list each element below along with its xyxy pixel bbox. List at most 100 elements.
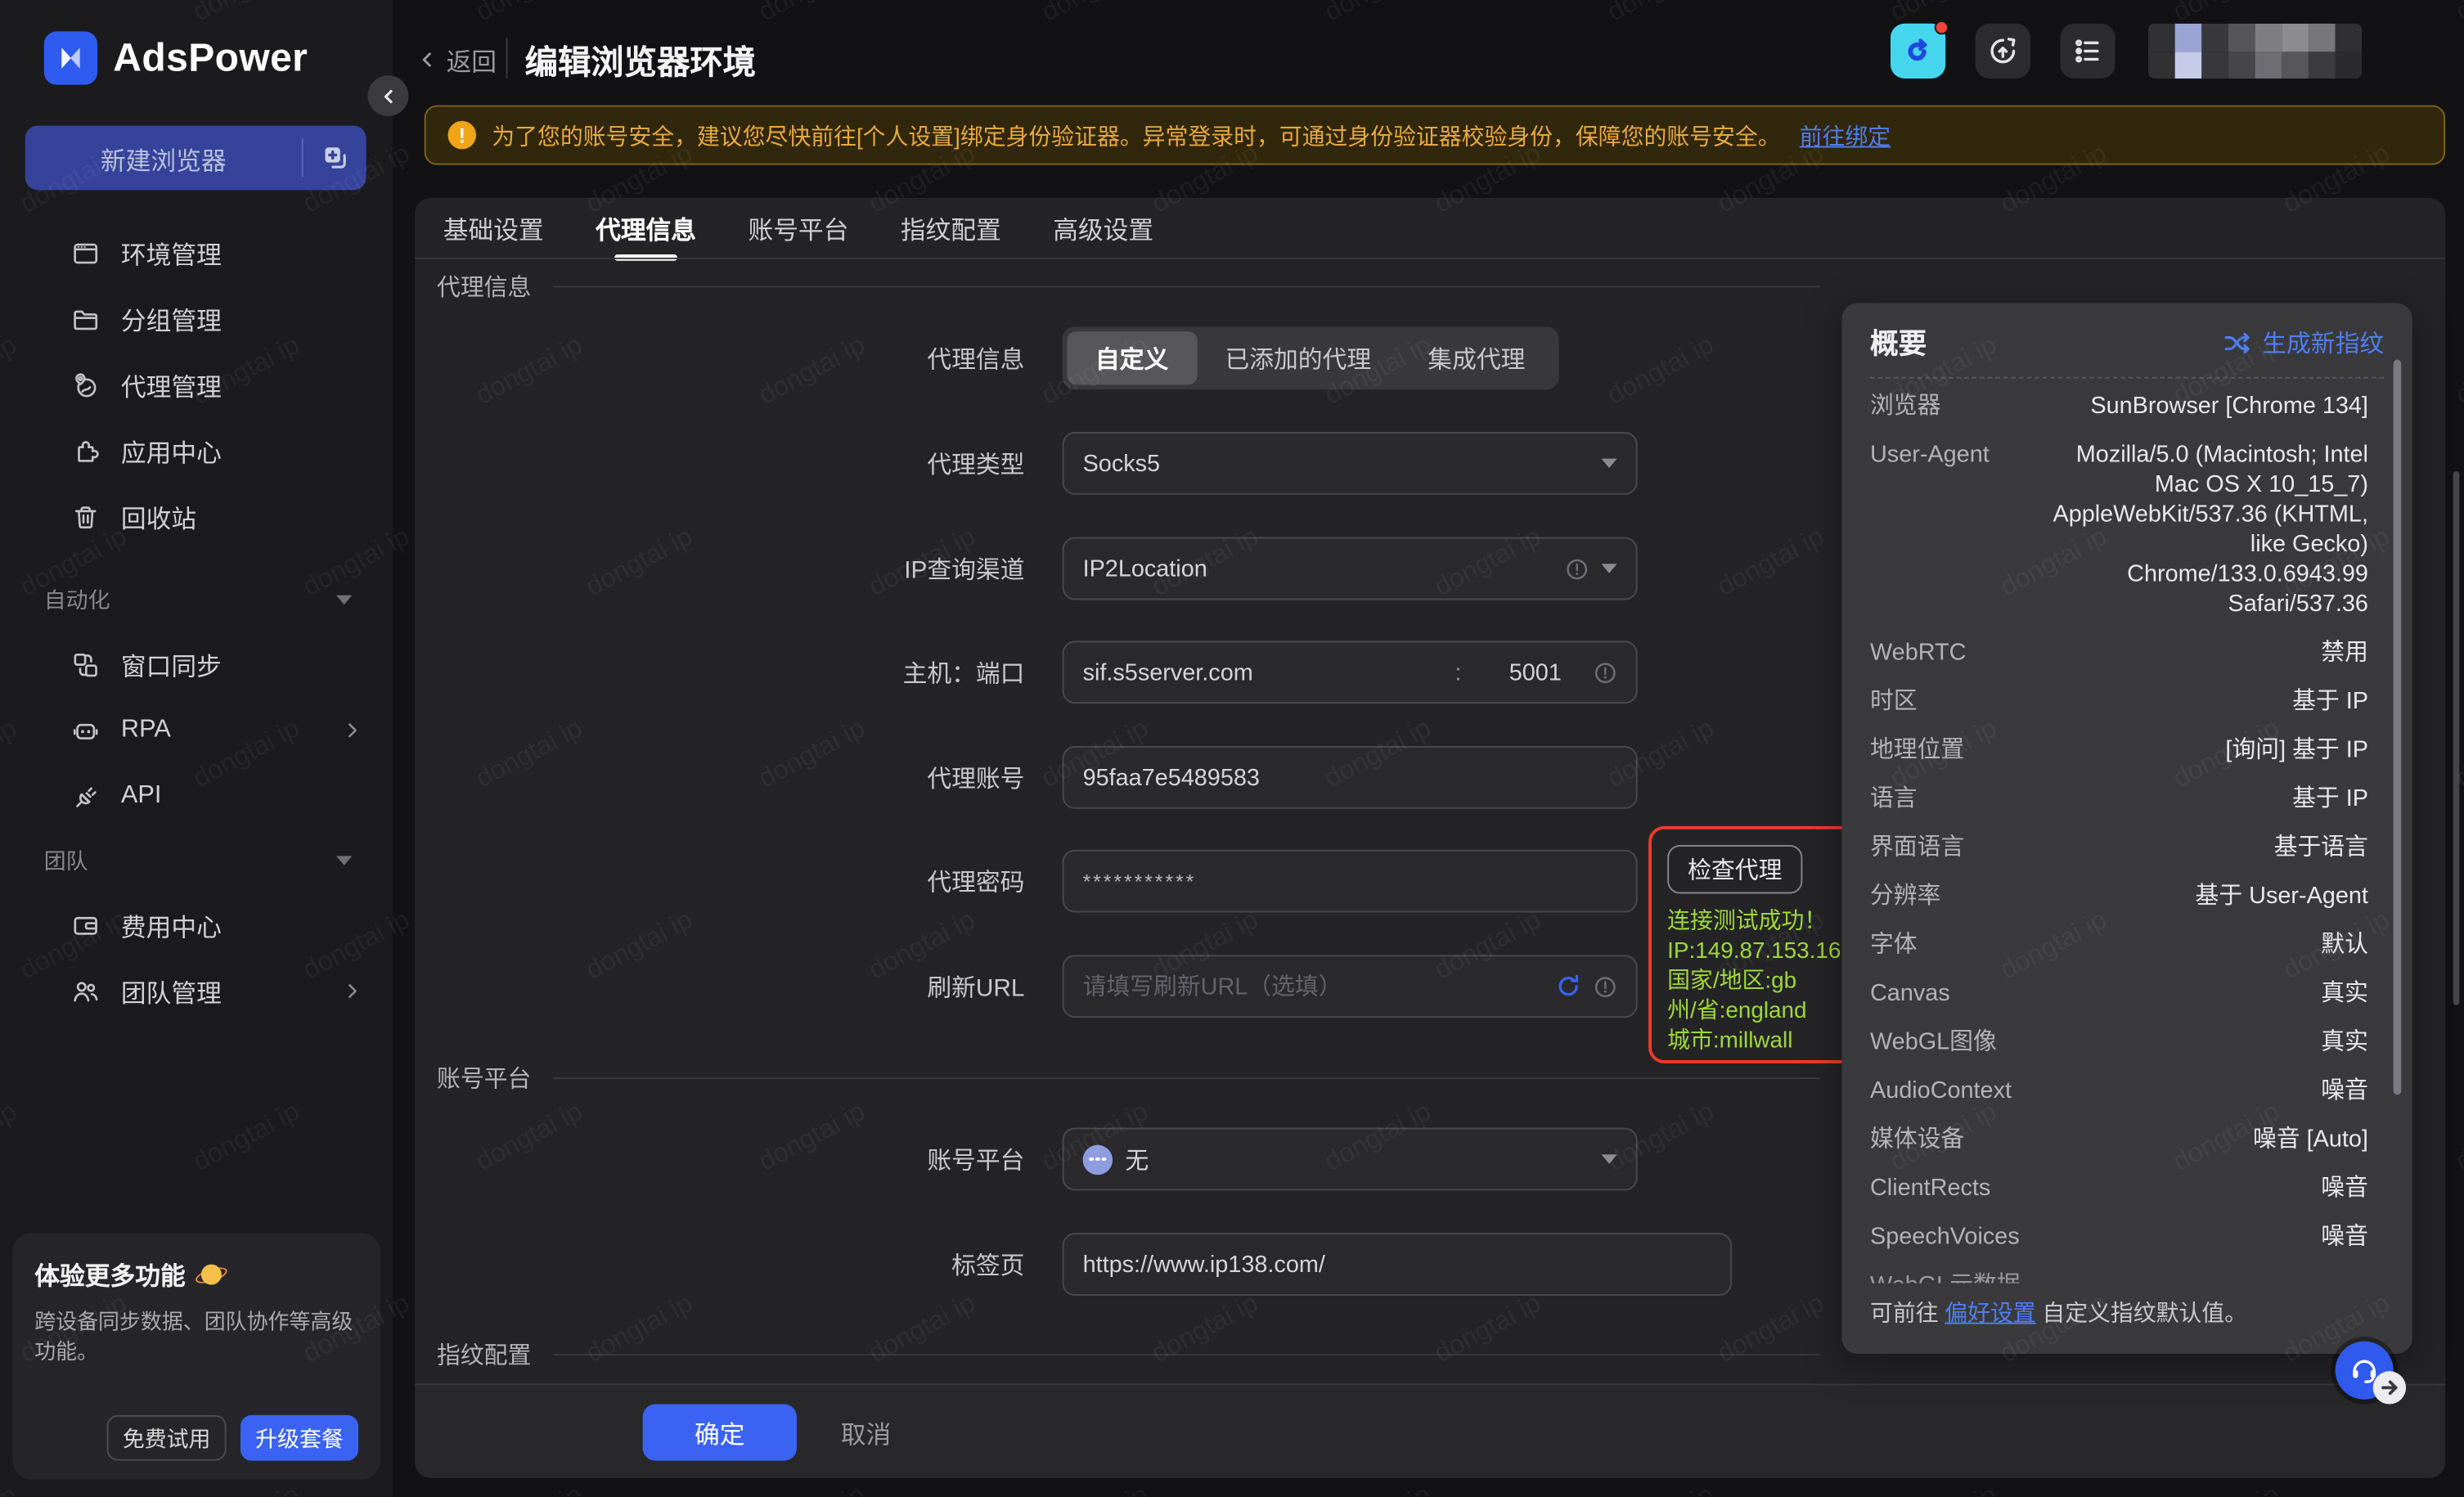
back-button[interactable]: 返回	[418, 41, 497, 79]
task-list-button[interactable]	[2060, 24, 2115, 79]
sidebar-item[interactable]: 团队管理	[0, 958, 393, 1024]
platform-select[interactable]: 无	[1063, 1128, 1638, 1191]
sidebar-item[interactable]: 窗口同步	[0, 632, 393, 698]
sync-update-button[interactable]	[1976, 24, 2030, 79]
sidebar-item[interactable]: 应用中心	[0, 418, 393, 484]
summary-row-label: 地理位置	[1870, 735, 1964, 765]
summary-footer-prefix: 可前往	[1870, 1302, 1939, 1328]
summary-footer: 可前往偏好设置自定义指纹默认值。	[1870, 1296, 2247, 1328]
proxy-user-field[interactable]	[1063, 746, 1638, 809]
chevron-down-icon	[1601, 1154, 1616, 1164]
summary-scrollbar[interactable]	[2394, 360, 2402, 1095]
wallet-icon	[72, 912, 99, 939]
tab-账号平台[interactable]: 账号平台	[748, 198, 848, 258]
summary-row-value: 真实	[2321, 978, 2368, 1008]
proxy-password-label: 代理密码	[821, 864, 1025, 898]
sidebar-item[interactable]: API	[0, 763, 393, 829]
section-proxy-info: 代理信息	[437, 270, 1819, 303]
sidebar-group-header[interactable]: 团队	[0, 829, 393, 892]
cancel-button[interactable]: 取消	[841, 1404, 892, 1460]
sidebar-menu: 环境管理分组管理代理管理应用中心回收站	[0, 220, 393, 550]
refresh-url-label: 刷新URL	[821, 969, 1025, 1004]
sidebar-item[interactable]: 分组管理	[0, 285, 393, 352]
summary-row-value: 基于 User-Agent	[2196, 881, 2368, 910]
sidebar-item[interactable]: RPA	[0, 697, 393, 763]
mosaic-cell	[2175, 51, 2202, 79]
dongtai-app-icon[interactable]	[1891, 24, 1945, 79]
mosaic-cell	[2148, 24, 2175, 52]
sidebar-group-header[interactable]: 自动化	[0, 569, 393, 632]
proxy-user-input[interactable]	[1083, 764, 1617, 791]
summary-row: ClientRects噪音	[1870, 1173, 2368, 1203]
tab-指纹配置[interactable]: 指纹配置	[901, 198, 1001, 258]
proxy-type-row: 代理类型 Socks5	[821, 432, 1638, 495]
sidebar-item[interactable]: 代理管理	[0, 352, 393, 418]
user-account-redacted[interactable]	[2148, 24, 2362, 79]
sidebar-item[interactable]: 回收站	[0, 483, 393, 550]
brand: AdsPower	[0, 0, 393, 85]
host-input[interactable]	[1083, 659, 1427, 686]
tab-代理信息[interactable]: 代理信息	[596, 198, 696, 258]
free-trial-button[interactable]: 免费试用	[107, 1415, 227, 1461]
info-icon[interactable]	[1594, 660, 1617, 684]
upgrade-promo-card: 体验更多功能 跨设备同步数据、团队协作等高级功能。 免费试用 升级套餐	[12, 1233, 380, 1479]
ip-channel-value: IP2Location	[1083, 555, 1207, 582]
summary-row-label: 浏览器	[1870, 391, 1940, 420]
new-browser-label: 新建浏览器	[25, 139, 302, 177]
section-proxy-label: 代理信息	[437, 270, 531, 303]
summary-row: 分辨率基于 User-Agent	[1870, 881, 2368, 910]
segment-option[interactable]: 集成代理	[1400, 331, 1553, 384]
info-icon[interactable]	[1594, 974, 1617, 998]
sidebar-collapse-button[interactable]	[368, 75, 409, 116]
upgrade-plan-button[interactable]: 升级套餐	[241, 1415, 358, 1461]
summary-row: 语言 基于 IP	[1870, 784, 2368, 813]
mosaic-cell	[2282, 24, 2309, 52]
summary-row: 浏览器SunBrowser [Chrome 134]	[1870, 391, 2368, 420]
promo-title: 体验更多功能	[34, 1255, 185, 1292]
summary-row-label: 语言	[1870, 784, 1918, 813]
summary-row-value: 基于语言	[2274, 833, 2368, 862]
refresh-url-input[interactable]	[1083, 973, 1544, 1000]
info-icon[interactable]	[1565, 557, 1589, 581]
ip-channel-select[interactable]: IP2Location	[1063, 537, 1638, 600]
bind-authenticator-link[interactable]: 前往绑定	[1800, 119, 1891, 151]
tab-page-field[interactable]	[1063, 1233, 1732, 1296]
proxy-test-line: 州/省:england	[1667, 997, 1855, 1027]
title-divider	[506, 38, 508, 79]
refresh-icon[interactable]	[1556, 973, 1581, 999]
proxy-type-select[interactable]: Socks5	[1063, 432, 1638, 495]
ip-channel-label: IP查询渠道	[821, 551, 1025, 586]
expand-arrow-button[interactable]	[2373, 1371, 2406, 1404]
banner-text: 为了您的账号安全，建议您尽快前往[个人设置]绑定身份验证器。异常登录时，可通过身…	[492, 119, 1780, 151]
sidebar-item[interactable]: 环境管理	[0, 220, 393, 286]
confirm-button[interactable]: 确定	[643, 1404, 797, 1460]
mosaic-cell	[2336, 24, 2363, 52]
proxy-password-row: 代理密码	[821, 850, 1638, 913]
tab-page-input[interactable]	[1083, 1251, 1711, 1278]
tab-基础设置[interactable]: 基础设置	[443, 198, 544, 258]
generate-fingerprint-link[interactable]: 生成新指纹	[2224, 325, 2384, 359]
refresh-url-field[interactable]	[1063, 955, 1638, 1018]
summary-row: 界面语言基于语言	[1870, 833, 2368, 862]
mosaic-cell	[2228, 51, 2255, 79]
window-icon	[72, 240, 99, 267]
summary-row-value: 基于 IP	[2292, 784, 2368, 813]
tab-高级设置[interactable]: 高级设置	[1053, 198, 1153, 258]
sidebar-item-label: 团队管理	[121, 972, 222, 1009]
batch-create-icon[interactable]	[304, 145, 366, 172]
new-browser-button[interactable]: 新建浏览器	[25, 126, 366, 191]
segment-option[interactable]: 自定义	[1067, 331, 1197, 384]
preferences-link[interactable]: 偏好设置	[1945, 1302, 2035, 1328]
proxy-type-label: 代理类型	[821, 446, 1025, 480]
proxy-password-field[interactable]	[1063, 850, 1638, 913]
host-port-separator: :	[1455, 659, 1462, 686]
port-input[interactable]	[1490, 659, 1580, 686]
host-port-field[interactable]: :	[1063, 641, 1638, 704]
summary-row-value: 禁用	[2321, 638, 2368, 668]
check-proxy-button[interactable]: 检查代理	[1667, 845, 1802, 894]
proxy-test-line: 国家/地区:gb	[1667, 968, 1855, 997]
segment-option[interactable]: 已添加的代理	[1197, 331, 1400, 384]
sidebar-item[interactable]: 费用中心	[0, 892, 393, 959]
proxy-password-input[interactable]	[1083, 870, 1617, 893]
window-scrollbar[interactable]	[2453, 471, 2460, 1005]
